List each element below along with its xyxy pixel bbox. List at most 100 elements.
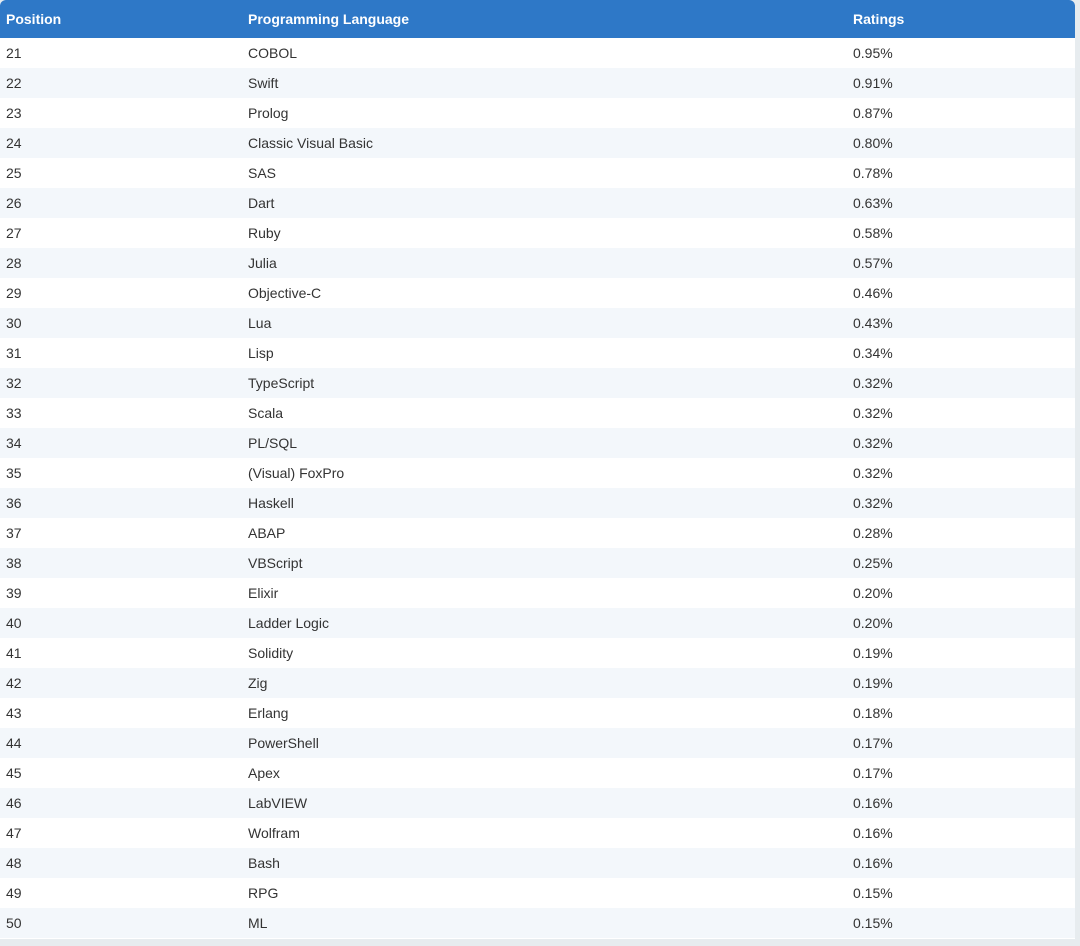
cell-rating: 0.19% — [853, 675, 893, 691]
table-row: 47 Wolfram 0.16% — [0, 818, 1075, 848]
cell-language: Haskell — [248, 495, 294, 511]
cell-rating: 0.58% — [853, 225, 893, 241]
header-row: Position Programming Language Ratings — [0, 0, 1075, 38]
table-row: 44 PowerShell 0.17% — [0, 728, 1075, 758]
cell-language: (Visual) FoxPro — [248, 465, 345, 481]
cell-language: Apex — [248, 765, 280, 781]
cell-rating: 0.17% — [853, 735, 893, 751]
cell-rating: 0.18% — [853, 705, 893, 721]
table-row: 50 ML 0.15% — [0, 908, 1075, 938]
table-row: 35 (Visual) FoxPro 0.32% — [0, 458, 1075, 488]
cell-rating: 0.16% — [853, 825, 893, 841]
table-row: 29 Objective-C 0.46% — [0, 278, 1075, 308]
cell-language: Bash — [248, 855, 280, 871]
cell-position: 35 — [6, 465, 22, 481]
header-ratings: Ratings — [853, 11, 905, 27]
cell-language: Ruby — [248, 225, 281, 241]
cell-position: 32 — [6, 375, 22, 391]
cell-position: 27 — [6, 225, 22, 241]
cell-rating: 0.15% — [853, 915, 893, 931]
table-row: 49 RPG 0.15% — [0, 878, 1075, 908]
cell-rating: 0.20% — [853, 615, 893, 631]
cell-position: 44 — [6, 735, 22, 751]
cell-rating: 0.17% — [853, 765, 893, 781]
cell-position: 25 — [6, 165, 22, 181]
cell-position: 45 — [6, 765, 22, 781]
cell-position: 42 — [6, 675, 22, 691]
cell-position: 46 — [6, 795, 22, 811]
cell-rating: 0.16% — [853, 795, 893, 811]
cell-position: 48 — [6, 855, 22, 871]
cell-language: Zig — [248, 675, 268, 691]
cell-rating: 0.78% — [853, 165, 893, 181]
table-row: 24 Classic Visual Basic 0.80% — [0, 128, 1075, 158]
table-row: 22 Swift 0.91% — [0, 68, 1075, 98]
table-row: 46 LabVIEW 0.16% — [0, 788, 1075, 818]
cell-rating: 0.19% — [853, 645, 893, 661]
cell-language: Classic Visual Basic — [248, 135, 374, 151]
cell-language: Prolog — [248, 105, 289, 121]
table-row: 26 Dart 0.63% — [0, 188, 1075, 218]
cell-language: COBOL — [248, 45, 298, 61]
cell-language: ML — [248, 915, 268, 931]
cell-rating: 0.57% — [853, 255, 893, 271]
table-row: 21 COBOL 0.95% — [0, 38, 1075, 68]
cell-rating: 0.95% — [853, 45, 893, 61]
cell-rating: 0.46% — [853, 285, 893, 301]
cell-rating: 0.16% — [853, 855, 893, 871]
cell-language: Lua — [248, 315, 272, 331]
cell-rating: 0.15% — [853, 885, 893, 901]
cell-rating: 0.91% — [853, 75, 893, 91]
cell-position: 49 — [6, 885, 22, 901]
cell-rating: 0.32% — [853, 435, 893, 451]
cell-position: 50 — [6, 915, 22, 931]
cell-language: ABAP — [248, 525, 286, 541]
table-row: 28 Julia 0.57% — [0, 248, 1075, 278]
cell-position: 23 — [6, 105, 22, 121]
cell-position: 41 — [6, 645, 22, 661]
cell-position: 43 — [6, 705, 22, 721]
table-row: 34 PL/SQL 0.32% — [0, 428, 1075, 458]
cell-position: 28 — [6, 255, 22, 271]
cell-language: Julia — [248, 255, 277, 271]
cell-position: 47 — [6, 825, 22, 841]
cell-language: Elixir — [248, 585, 279, 601]
table-row: 23 Prolog 0.87% — [0, 98, 1075, 128]
cell-language: Objective-C — [248, 285, 322, 301]
cell-language: LabVIEW — [248, 795, 308, 811]
cell-language: Wolfram — [248, 825, 300, 841]
cell-rating: 0.25% — [853, 555, 893, 571]
cell-language: Solidity — [248, 645, 294, 661]
cell-language: Ladder Logic — [248, 615, 329, 631]
table-row: 48 Bash 0.16% — [0, 848, 1075, 878]
cell-position: 39 — [6, 585, 22, 601]
table-row: 41 Solidity 0.19% — [0, 638, 1075, 668]
cell-rating: 0.32% — [853, 465, 893, 481]
cell-position: 24 — [6, 135, 22, 151]
cell-position: 31 — [6, 345, 22, 361]
table-row: 30 Lua 0.43% — [0, 308, 1075, 338]
cell-language: TypeScript — [248, 375, 315, 391]
cell-language: Scala — [248, 405, 284, 421]
cell-rating: 0.20% — [853, 585, 893, 601]
cell-language: Lisp — [248, 345, 274, 361]
ranking-table: Position Programming Language Ratings 21… — [0, 0, 1075, 938]
table-row: 27 Ruby 0.58% — [0, 218, 1075, 248]
cell-language: Swift — [248, 75, 279, 91]
table-header: Position Programming Language Ratings — [0, 0, 1075, 38]
cell-language: VBScript — [248, 555, 303, 571]
ranking-table-container: Position Programming Language Ratings 21… — [0, 0, 1075, 939]
table-row: 33 Scala 0.32% — [0, 398, 1075, 428]
table-row: 37 ABAP 0.28% — [0, 518, 1075, 548]
header-language: Programming Language — [248, 11, 410, 27]
cell-position: 26 — [6, 195, 22, 211]
cell-rating: 0.32% — [853, 375, 893, 391]
cell-language: PowerShell — [248, 735, 319, 751]
table-row: 38 VBScript 0.25% — [0, 548, 1075, 578]
cell-language: PL/SQL — [248, 435, 298, 451]
cell-position: 33 — [6, 405, 22, 421]
cell-position: 37 — [6, 525, 22, 541]
cell-rating: 0.34% — [853, 345, 893, 361]
cell-rating: 0.28% — [853, 525, 893, 541]
cell-position: 22 — [6, 75, 22, 91]
